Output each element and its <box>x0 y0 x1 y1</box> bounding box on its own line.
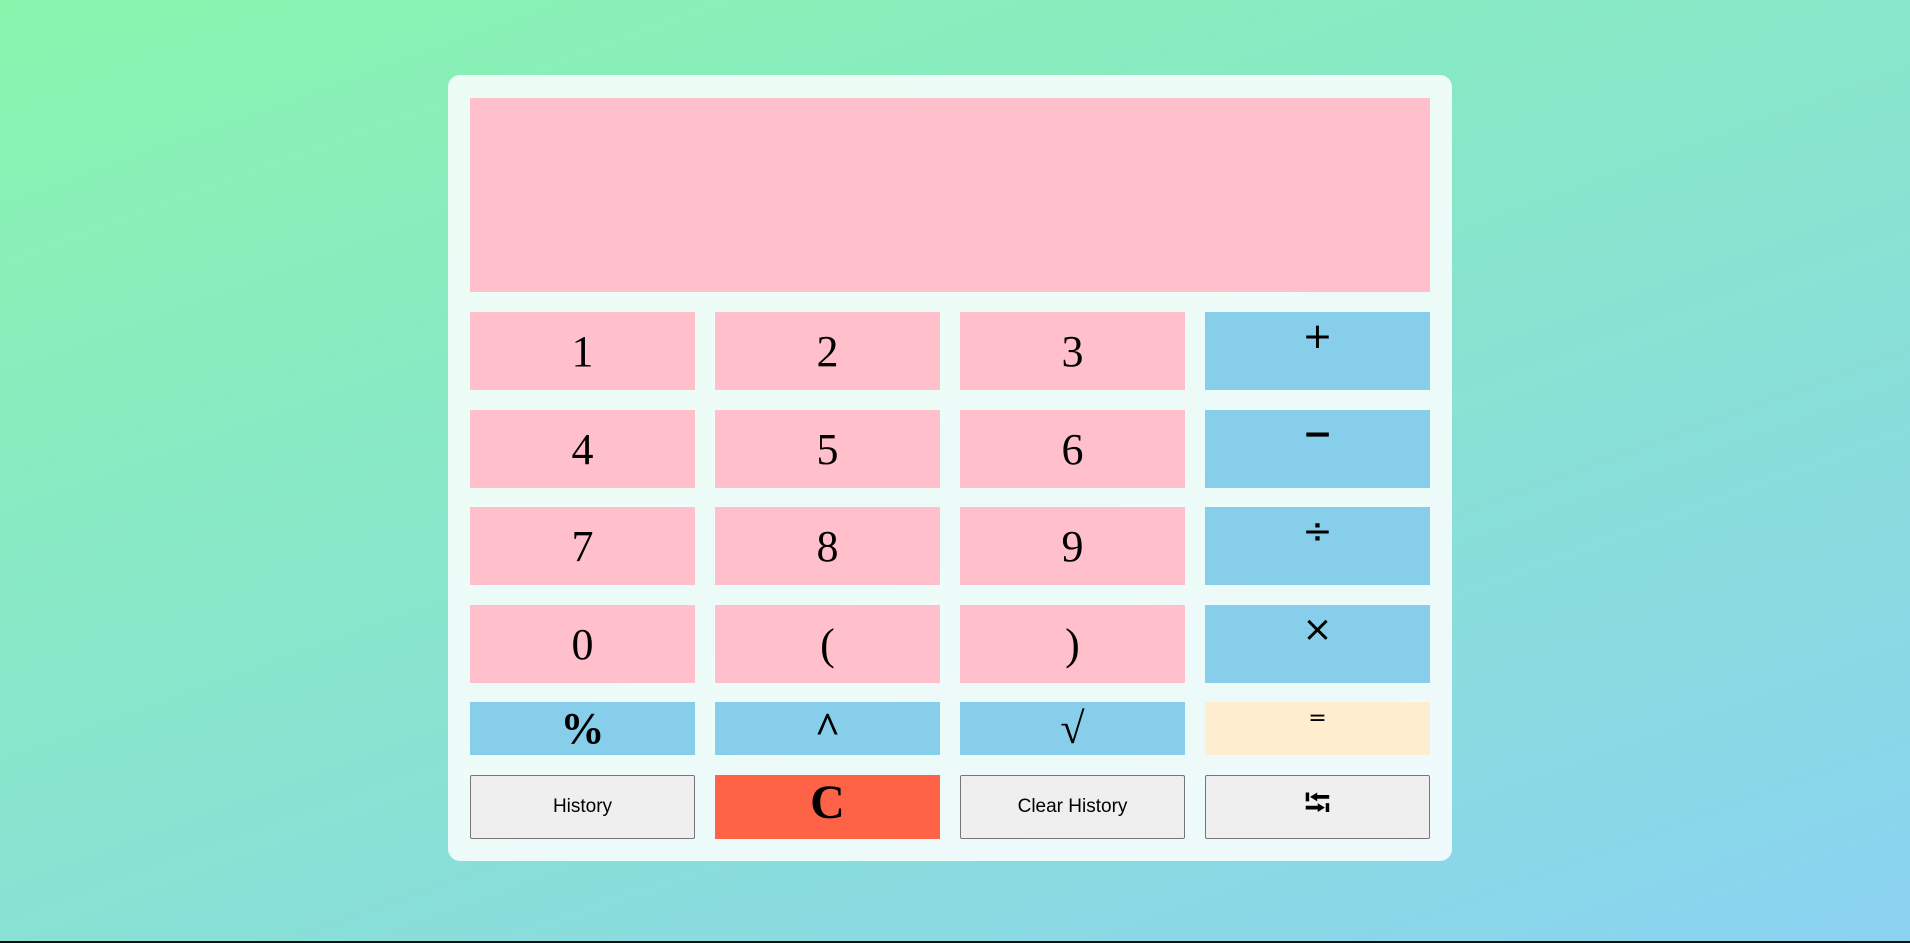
key-sqrt[interactable]: √ <box>960 702 1185 755</box>
backspace-button[interactable]: ⭾ <box>1205 775 1430 839</box>
key-open-paren[interactable]: ( <box>715 605 940 683</box>
key-percent[interactable]: % <box>470 702 695 755</box>
key-close-paren[interactable]: ) <box>960 605 1185 683</box>
calculator: 1 2 3 + 4 5 6 − 7 8 9 ÷ 0 ( ) × % ^ √ = … <box>448 75 1452 861</box>
key-2[interactable]: 2 <box>715 312 940 390</box>
key-9[interactable]: 9 <box>960 507 1185 585</box>
key-add[interactable]: + <box>1205 312 1430 390</box>
tab-arrows-icon: ⭾ <box>1303 782 1332 824</box>
key-0[interactable]: 0 <box>470 605 695 683</box>
key-6[interactable]: 6 <box>960 410 1185 488</box>
key-4[interactable]: 4 <box>470 410 695 488</box>
key-multiply[interactable]: × <box>1205 605 1430 683</box>
history-button[interactable]: History <box>470 775 695 839</box>
clear-button[interactable]: C <box>715 775 940 839</box>
key-8[interactable]: 8 <box>715 507 940 585</box>
key-power[interactable]: ^ <box>715 702 940 755</box>
key-7[interactable]: 7 <box>470 507 695 585</box>
clear-history-button[interactable]: Clear History <box>960 775 1185 839</box>
key-divide[interactable]: ÷ <box>1205 507 1430 585</box>
key-equals[interactable]: = <box>1205 702 1430 755</box>
key-1[interactable]: 1 <box>470 312 695 390</box>
key-5[interactable]: 5 <box>715 410 940 488</box>
key-subtract[interactable]: − <box>1205 410 1430 488</box>
calculator-display[interactable] <box>470 98 1430 292</box>
key-3[interactable]: 3 <box>960 312 1185 390</box>
